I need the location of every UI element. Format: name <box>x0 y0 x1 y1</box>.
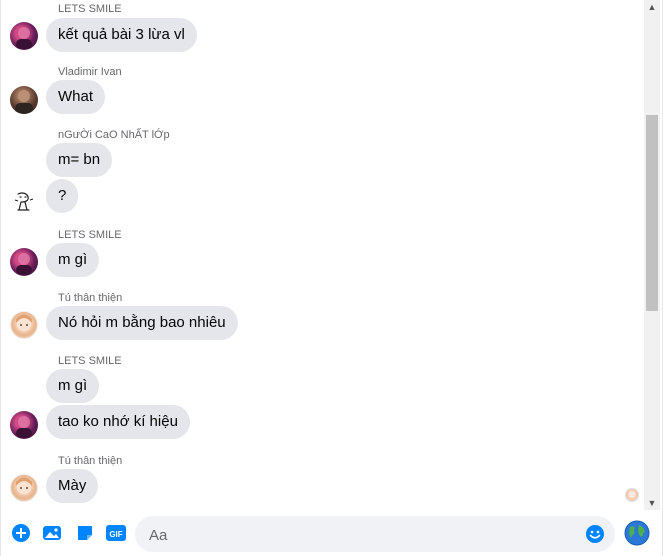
message-list[interactable]: LETS SMILE kết quả bài 3 lừa vl Vladimir… <box>1 0 642 510</box>
composer-bar: GIF <box>1 510 662 556</box>
seen-receipt-avatar <box>625 488 639 502</box>
avatar[interactable] <box>10 22 38 50</box>
scrollbar[interactable]: ▲ ▼ <box>644 0 660 510</box>
message-input-container[interactable] <box>135 516 615 554</box>
scroll-thumb[interactable] <box>646 115 658 311</box>
sticker-icon[interactable] <box>75 523 95 543</box>
emoji-icon[interactable] <box>585 524 605 544</box>
avatar-image <box>16 314 32 331</box>
avatar[interactable] <box>10 248 38 276</box>
message-bubble[interactable]: m gì <box>46 243 100 277</box>
message-bubble[interactable]: m= bn <box>46 143 113 177</box>
avatar-image <box>16 416 32 438</box>
message-input[interactable] <box>147 516 581 554</box>
message-bubble[interactable]: Nó hỏi m bằng bao nhiêu <box>46 306 238 340</box>
sender-name: LETS SMILE <box>58 3 122 15</box>
sender-name: LETS SMILE <box>58 355 122 367</box>
avatar-image <box>16 27 32 49</box>
message-bubble[interactable]: kết quả bài 3 lừa vl <box>46 18 197 52</box>
avatar[interactable] <box>10 86 38 114</box>
avatar[interactable] <box>10 311 38 339</box>
message-bubble[interactable]: What <box>46 80 106 114</box>
image-icon[interactable] <box>42 523 62 543</box>
sender-name: LETS SMILE <box>58 229 122 241</box>
message-bubble[interactable]: m gì <box>46 369 100 403</box>
gif-icon[interactable]: GIF <box>106 523 126 543</box>
message-bubble[interactable]: Mày <box>46 469 99 503</box>
avatar[interactable] <box>10 411 38 439</box>
sender-name: Tú thân thiện <box>58 455 123 467</box>
scroll-up-icon[interactable]: ▲ <box>644 0 660 14</box>
sender-name: nGưỜi CaO NhẤT lỚp <box>58 129 170 141</box>
scroll-down-icon[interactable]: ▼ <box>644 496 660 510</box>
plus-icon[interactable] <box>11 523 31 543</box>
avatar-image <box>16 477 32 494</box>
sender-name: Tú thân thiện <box>58 292 123 304</box>
chat-window: LETS SMILE kết quả bài 3 lừa vl Vladimir… <box>0 0 663 556</box>
globe-icon[interactable] <box>624 520 650 546</box>
message-bubble[interactable]: ? <box>46 179 79 213</box>
sketch-icon <box>14 192 34 211</box>
message-bubble[interactable]: tao ko nhớ kí hiệu <box>46 405 190 439</box>
avatar[interactable] <box>10 474 38 502</box>
avatar-image <box>15 90 33 114</box>
sender-name: Vladimir Ivan <box>58 66 122 78</box>
avatar[interactable] <box>10 188 38 216</box>
gif-label: GIF <box>109 530 122 539</box>
avatar-image <box>16 253 32 275</box>
